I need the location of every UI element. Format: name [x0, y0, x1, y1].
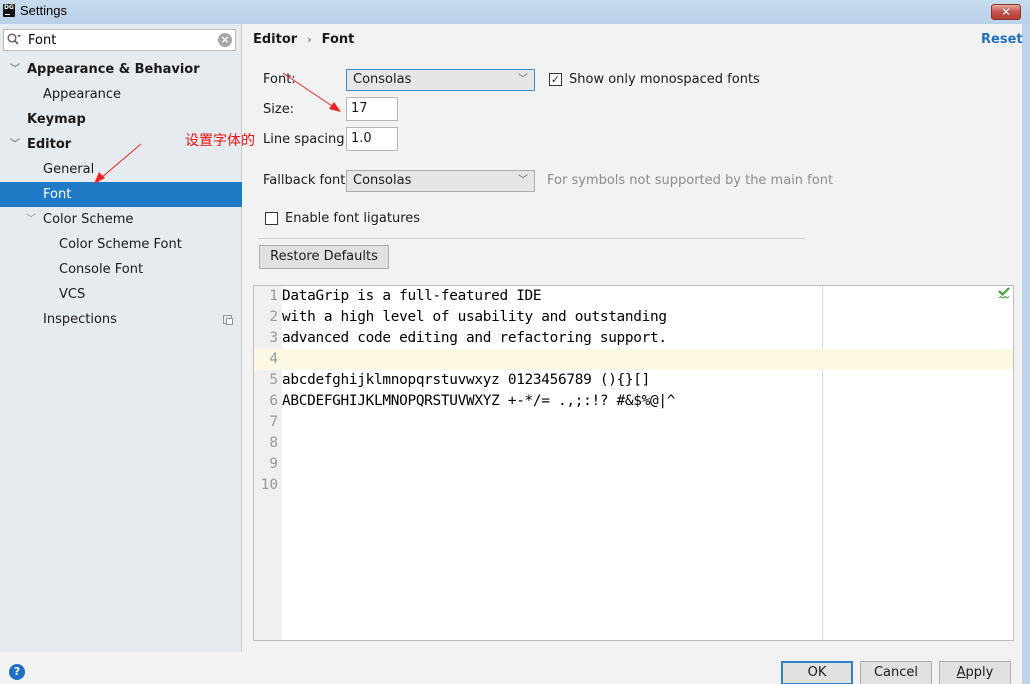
code-line: 9: [254, 454, 1013, 475]
sidebar-item-label: Appearance & Behavior: [27, 62, 200, 77]
font-label: Font:: [263, 72, 296, 87]
code-line: 3 advanced code editing and refactoring s…: [254, 328, 1013, 349]
line-text: ABCDEFGHIJKLMNOPQRSTUVWXYZ +-*/= .,;:!? …: [282, 393, 676, 409]
line-number: 7: [269, 414, 278, 430]
settings-dialog: × ﹀ Appearance & Behavior Appearance Keymap…: [0, 24, 1023, 684]
breadcrumb-editor[interactable]: Editor: [253, 32, 297, 47]
chevron-down-icon[interactable]: ﹀: [10, 57, 20, 82]
fallback-font-hint: For symbols not supported by the main fo…: [547, 173, 834, 188]
breadcrumb-separator-icon: ›: [307, 33, 312, 46]
code-line: 2 with a high level of usability and outs…: [254, 307, 1013, 328]
line-number: 2: [269, 309, 278, 325]
sidebar-item-label: VCS: [59, 287, 86, 302]
sidebar-item-general[interactable]: General: [0, 157, 242, 182]
title-bar: DG Settings ✕: [0, 0, 1030, 24]
sidebar-item-keymap[interactable]: Keymap: [0, 107, 242, 132]
sidebar-item-label: Font: [43, 187, 72, 202]
datagrip-logo-icon: DG: [2, 3, 16, 18]
sidebar-item-inspections[interactable]: Inspections: [0, 307, 242, 332]
line-number: 9: [269, 456, 278, 472]
sidebar-item-color-scheme-font[interactable]: Color Scheme Font: [0, 232, 242, 257]
code-line: 5 abcdefghijklmnopqrstuvwxyz 0123456789 (…: [254, 370, 1013, 391]
settings-sidebar: × ﹀ Appearance & Behavior Appearance Keymap…: [0, 24, 242, 652]
cancel-button[interactable]: Cancel: [860, 661, 932, 684]
settings-tree: ﹀ Appearance & Behavior Appearance Keymap ﹀ E…: [0, 57, 242, 332]
fallback-font-value: Consolas: [353, 173, 412, 188]
line-number: 5: [269, 372, 278, 388]
size-label: Size:: [263, 102, 295, 117]
breadcrumb-font: Font: [321, 32, 355, 47]
divider: [258, 238, 805, 239]
line-number: 1: [269, 288, 278, 304]
sidebar-item-vcs[interactable]: VCS: [0, 282, 242, 307]
clear-search-icon[interactable]: ×: [218, 33, 232, 47]
search-icon: [7, 33, 21, 45]
chevron-down-icon[interactable]: ﹀: [10, 132, 20, 157]
window-title: Settings: [20, 3, 67, 18]
sidebar-item-appearance-behavior[interactable]: ﹀ Appearance & Behavior: [0, 57, 242, 82]
enable-ligatures-label: Enable font ligatures: [285, 211, 421, 226]
help-icon[interactable]: ?: [9, 664, 25, 680]
code-line: 7: [254, 412, 1013, 433]
inspection-ok-icon: [998, 287, 1010, 299]
line-text: abcdefghijklmnopqrstuvwxyz 0123456789 ()…: [282, 372, 651, 388]
fallback-font-label: Fallback font:: [263, 173, 350, 188]
sidebar-item-label: Keymap: [27, 112, 86, 127]
font-combobox[interactable]: Consolas ﹀: [346, 69, 535, 91]
chevron-down-icon: ﹀: [518, 175, 528, 186]
apply-mnemonic: A: [956, 665, 966, 680]
restore-defaults-button[interactable]: Restore Defaults: [259, 245, 389, 269]
show-monospaced-checkbox[interactable]: ✓: [549, 73, 562, 86]
settings-search-input[interactable]: [28, 32, 213, 48]
sidebar-item-color-scheme[interactable]: ﹀ Color Scheme: [0, 207, 242, 232]
sidebar-item-label: Color Scheme: [43, 212, 134, 227]
code-line: 8: [254, 433, 1013, 454]
line-spacing-input[interactable]: 1.0: [346, 127, 398, 151]
size-input[interactable]: 17: [346, 97, 398, 121]
sidebar-item-font[interactable]: Font: [0, 182, 242, 207]
sidebar-item-label: General: [43, 162, 95, 177]
code-line: 10: [254, 475, 1013, 496]
ok-button[interactable]: OK: [781, 661, 853, 684]
breadcrumb: Editor › Font: [253, 32, 354, 47]
code-line: 1 DataGrip is a full-featured IDE: [254, 286, 1013, 307]
font-combobox-value: Consolas: [353, 72, 412, 87]
sidebar-item-label: Editor: [27, 137, 72, 152]
fallback-font-combobox[interactable]: Consolas ﹀: [346, 170, 535, 192]
line-number: 6: [269, 393, 278, 409]
window-close-button[interactable]: ✕: [991, 4, 1021, 20]
checkmark-icon: ✓: [550, 73, 561, 86]
line-text: advanced code editing and refactoring su…: [282, 330, 667, 346]
sidebar-item-label: Console Font: [59, 262, 144, 277]
line-text: with a high level of usability and outst…: [282, 309, 667, 325]
line-text: DataGrip is a full-featured IDE: [282, 288, 542, 304]
project-level-icon: [223, 315, 233, 325]
line-number: 3: [269, 330, 278, 346]
close-icon: ✕: [1000, 5, 1012, 19]
code-line: 6 ABCDEFGHIJKLMNOPQRSTUVWXYZ +-*/= .,;:!?…: [254, 391, 1013, 412]
sidebar-item-console-font[interactable]: Console Font: [0, 257, 242, 282]
apply-button[interactable]: Apply: [939, 661, 1011, 684]
line-number: 10: [260, 477, 278, 493]
code-line: 4: [254, 349, 1013, 370]
line-number: 8: [269, 435, 278, 451]
enable-ligatures-checkbox[interactable]: [265, 212, 278, 225]
settings-search-box[interactable]: ×: [3, 29, 236, 51]
sidebar-item-label: Appearance: [43, 87, 122, 102]
show-monospaced-label: Show only monospaced fonts: [569, 72, 760, 87]
line-spacing-label: Line spacing:: [263, 132, 349, 147]
sidebar-item-label: Inspections: [43, 312, 117, 327]
sidebar-item-label: Color Scheme Font: [59, 237, 182, 252]
sidebar-item-appearance[interactable]: Appearance: [0, 82, 242, 107]
app-icon-text: DG: [4, 4, 14, 11]
font-preview-editor[interactable]: 1 DataGrip is a full-featured IDE 2 with a …: [253, 285, 1014, 641]
reset-link[interactable]: Reset: [981, 32, 1023, 47]
line-number: 4: [269, 351, 278, 367]
chevron-down-icon: ﹀: [518, 74, 528, 85]
chevron-down-icon[interactable]: ﹀: [26, 207, 36, 232]
apply-label-rest: pply: [965, 665, 994, 680]
annotation-text: 设置字体的: [185, 133, 255, 149]
